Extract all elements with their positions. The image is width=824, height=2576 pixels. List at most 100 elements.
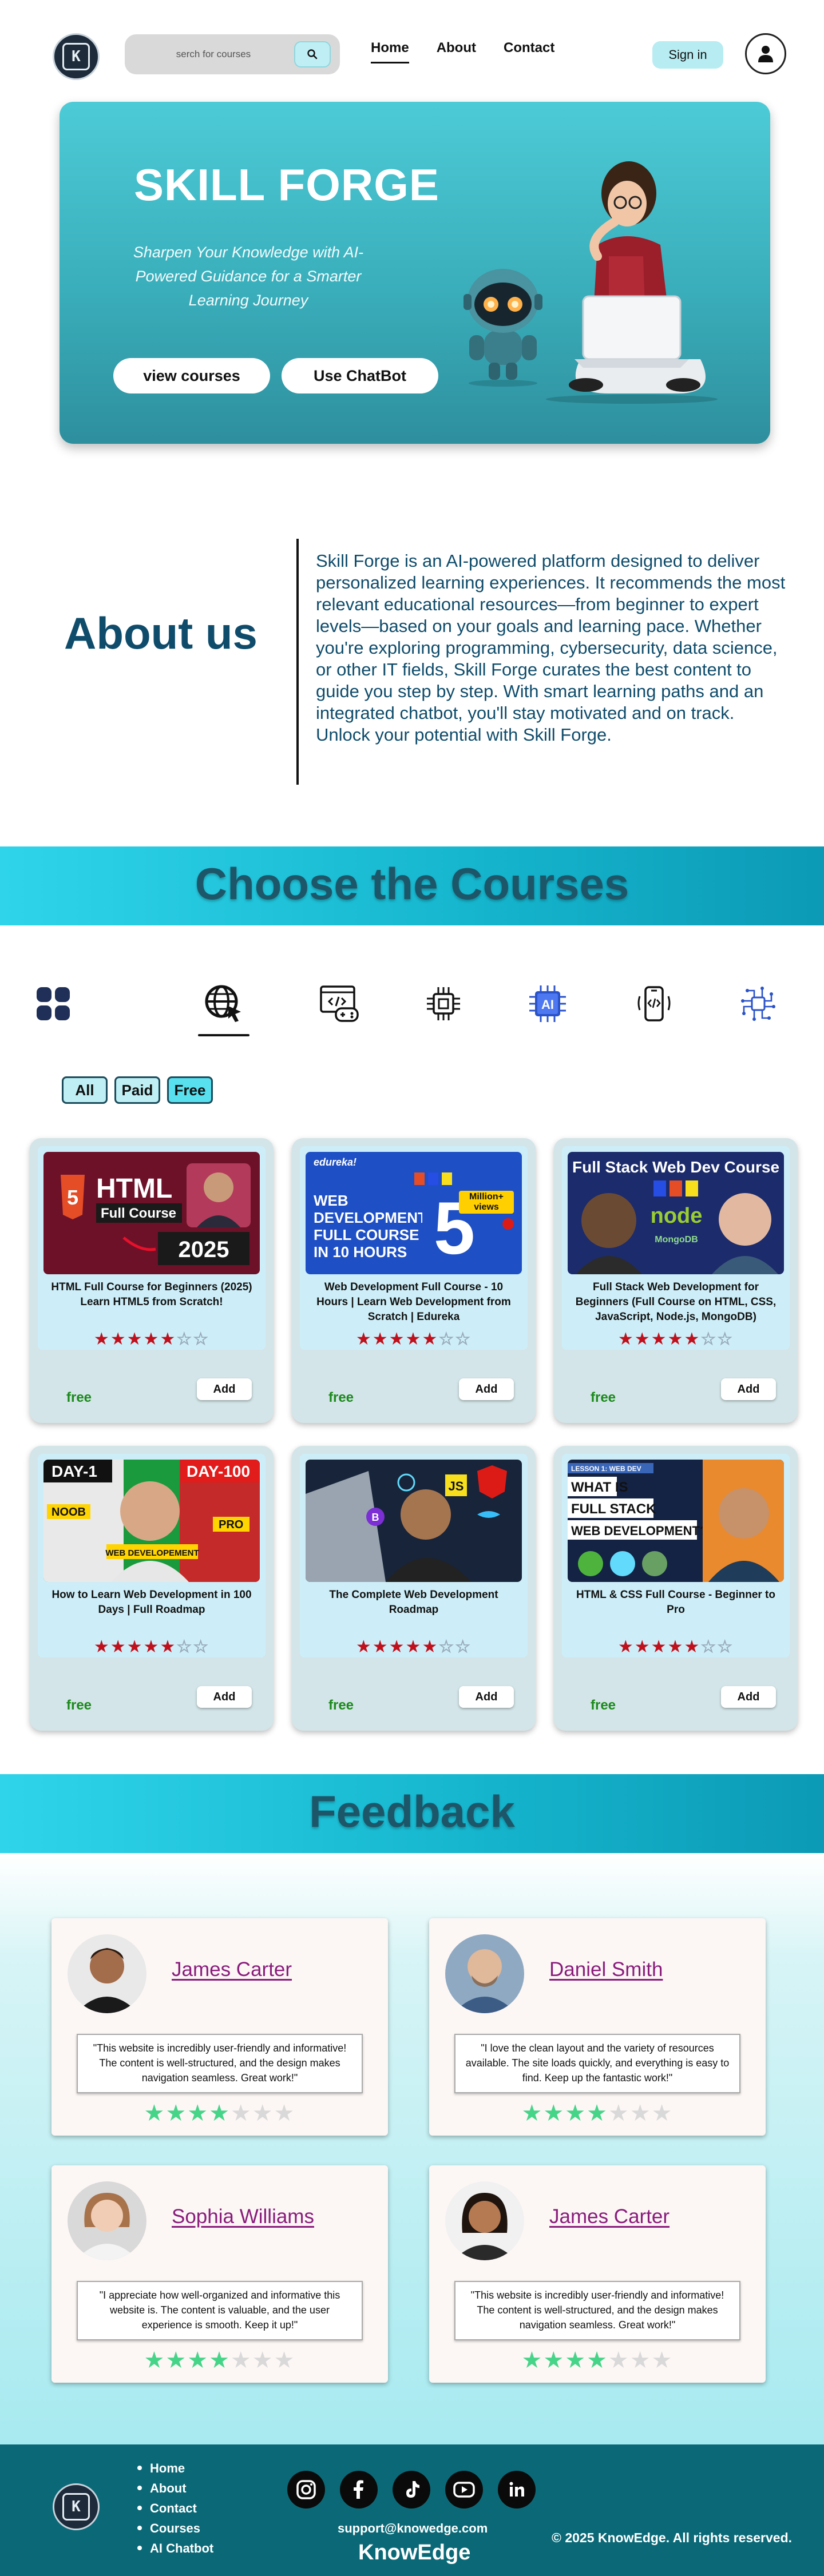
course-card-body: DAY-1 DAY-100 NOOB PRO WEB DEVELOPEMENT … [38,1454,266,1657]
feedback-card: James Carter "This website is incredibly… [52,1918,388,2136]
linkedin-link[interactable] [498,2471,536,2509]
svg-text:node: node [651,1204,703,1228]
tiktok-icon [406,2481,419,2498]
footer-link-home[interactable]: Home [137,2458,213,2478]
ai-icon: AI [529,985,566,1022]
course-card[interactable]: LESSON 1: WEB DEV WHAT IS FULL STACK WEB… [554,1446,798,1731]
course-thumbnail[interactable]: DAY-1 DAY-100 NOOB PRO WEB DEVELOPEMENT [43,1460,260,1582]
footer-logo[interactable]: K [53,2483,100,2530]
course-price: free [328,1698,354,1713]
avatar [445,2181,524,2260]
category-all-button[interactable] [31,981,76,1026]
about-text: Skill Forge is an AI-powered platform de… [316,551,786,745]
course-thumbnail[interactable]: 5 HTML Full Course 2025 [43,1152,260,1274]
category-ai-button[interactable]: AI [525,981,570,1026]
svg-text:MongoDB: MongoDB [655,1235,698,1245]
hero-banner: SKILL FORGE Sharpen Your Knowledge with … [60,102,770,444]
nav-link-contact[interactable]: Contact [504,40,554,63]
add-course-button[interactable]: Add [721,1686,776,1708]
course-card[interactable]: edureka! WEB DEVELOPMENT FULL COURSE IN … [292,1138,536,1423]
course-title[interactable]: How to Learn Web Development in 100 Days… [50,1588,253,1617]
view-courses-button[interactable]: view courses [113,358,270,393]
mobile-dev-icon [637,986,671,1021]
category-web-button[interactable] [198,981,249,1036]
filter-free-button[interactable]: Free [167,1076,213,1104]
avatar [68,1934,146,2013]
course-card[interactable]: DAY-1 DAY-100 NOOB PRO WEB DEVELOPEMENT … [30,1446,274,1731]
category-mobile-button[interactable] [632,981,676,1026]
footer-link-ai-chatbot[interactable]: AI Chatbot [137,2538,213,2558]
search-input[interactable] [148,49,279,60]
nav-link-about[interactable]: About [437,40,476,63]
logo[interactable]: K [53,33,100,80]
nav-links: Home About Contact [371,40,554,63]
review-text: "I appreciate how well-organized and inf… [77,2281,363,2340]
footer-link-contact[interactable]: Contact [137,2498,213,2518]
course-price: free [591,1698,616,1713]
edureka-course-thumbnail-art: edureka! WEB DEVELOPMENT FULL COURSE IN … [306,1152,522,1274]
filter-all-button[interactable]: All [62,1076,108,1104]
feedback-banner: Feedback [0,1774,824,1853]
course-card-body: LESSON 1: WEB DEV WHAT IS FULL STACK WEB… [562,1454,790,1657]
thumb-text: FULL STACK [571,1501,656,1517]
filter-paid-button[interactable]: Paid [114,1076,160,1104]
course-card[interactable]: Full Stack Web Dev Course node MongoDB F… [554,1138,798,1423]
course-card[interactable]: B JS The Complete Web Development Roadma… [292,1446,536,1731]
course-card[interactable]: 5 HTML Full Course 2025 HTML Full Course… [30,1138,274,1423]
review-rating: ★★★★★★★ [521,2347,674,2374]
course-title[interactable]: HTML Full Course for Beginners (2025) Le… [50,1280,253,1310]
footer-link-courses[interactable]: Courses [137,2518,213,2538]
course-title[interactable]: Full Stack Web Development for Beginners… [575,1280,777,1325]
thumb-text: JS [449,1479,464,1493]
facebook-link[interactable] [340,2471,378,2509]
add-course-button[interactable]: Add [459,1378,514,1400]
courses-banner: Choose the Courses [0,846,824,925]
course-price: free [328,1390,354,1405]
tiktok-link[interactable] [393,2471,430,2509]
search-button[interactable] [294,41,331,67]
user-profile-button[interactable] [745,33,786,74]
svg-text:5: 5 [67,1186,78,1209]
thumb-text: DAY-100 [187,1462,250,1480]
instagram-icon [296,2480,316,2499]
category-hardware-button[interactable] [421,981,466,1026]
logo-mark-icon: K [62,43,90,70]
course-thumbnail[interactable]: B JS [306,1460,522,1582]
category-icons: AI [0,981,824,1044]
html-course-thumbnail-art: 5 HTML Full Course 2025 [43,1152,260,1274]
youtube-link[interactable] [445,2471,483,2509]
course-thumbnail[interactable]: edureka! WEB DEVELOPMENT FULL COURSE IN … [306,1152,522,1274]
html-css-course-thumbnail-art: LESSON 1: WEB DEV WHAT IS FULL STACK WEB… [568,1460,784,1582]
course-title[interactable]: The Complete Web Development Roadmap [312,1588,515,1617]
about-divider [296,539,299,785]
hero-tagline: Sharpen Your Knowledge with AI-Powered G… [133,244,364,309]
support-email[interactable]: support@knowedge.com [338,2521,488,2536]
add-course-button[interactable]: Add [197,1686,252,1708]
review-text: "This website is incredibly user-friendl… [77,2034,363,2093]
review-rating: ★★★★★★★ [144,2347,296,2374]
add-course-button[interactable]: Add [197,1378,252,1400]
thumb-text: PRO [219,1518,243,1531]
course-rating: ★★★★★☆☆ [93,1329,210,1350]
course-title[interactable]: Web Development Full Course - 10 Hours |… [312,1280,515,1325]
courses-title: Choose the Courses [195,858,629,909]
sign-in-button[interactable]: Sign in [652,41,723,69]
svg-text:B: B [372,1512,379,1523]
reviewer-name: James Carter [549,2205,670,2228]
course-rating: ★★★★★☆☆ [93,1637,210,1657]
course-card-body: edureka! WEB DEVELOPMENT FULL COURSE IN … [300,1146,528,1350]
course-thumbnail[interactable]: LESSON 1: WEB DEV WHAT IS FULL STACK WEB… [568,1460,784,1582]
footer-link-about[interactable]: About [137,2478,213,2498]
category-electronics-button[interactable] [736,981,781,1026]
avatar [445,1934,524,2013]
roadmap-100days-thumbnail-art: DAY-1 DAY-100 NOOB PRO WEB DEVELOPEMENT [43,1460,260,1582]
add-course-button[interactable]: Add [459,1686,514,1708]
thumb-text: WHAT IS [571,1480,628,1495]
instagram-link[interactable] [287,2471,325,2509]
use-chatbot-button[interactable]: Use ChatBot [282,358,438,393]
nav-link-home[interactable]: Home [371,40,409,63]
course-title[interactable]: HTML & CSS Full Course - Beginner to Pro [575,1588,777,1617]
add-course-button[interactable]: Add [721,1378,776,1400]
course-thumbnail[interactable]: Full Stack Web Dev Course node MongoDB [568,1152,784,1274]
category-game-dev-button[interactable] [317,981,362,1026]
